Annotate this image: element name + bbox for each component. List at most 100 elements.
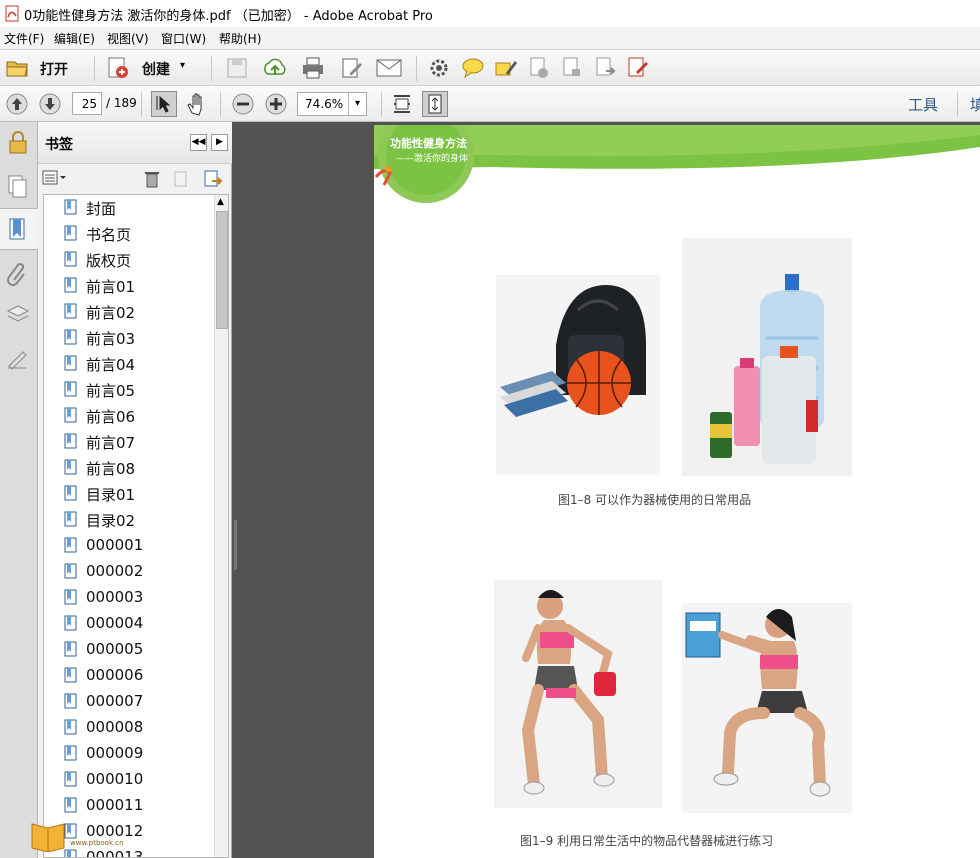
photo-woman-lunge [494,580,662,808]
pdf-page: 功能性健身方法 ——激活你的身体 图1–8 可以作为器械使用的日常用品 图1–9… [374,125,980,858]
open-label: 打开 [40,62,68,78]
navigation-toolbar: / 189 74.6% ▾ 工具 填 [0,86,980,122]
pdf-file-icon [5,5,19,22]
expand-bookmark-icon[interactable] [203,169,223,189]
export-document-icon[interactable] [594,56,616,80]
bookmark-item[interactable]: 000009 [44,741,214,767]
bookmark-item[interactable]: 目录02 [44,507,214,533]
scroll-up-icon[interactable]: ▲ [217,197,224,207]
open-button[interactable]: 打开 [4,56,84,80]
new-bookmark-icon[interactable] [172,170,190,188]
gear-icon[interactable] [428,57,450,79]
bookmark-item[interactable]: 版权页 [44,247,214,273]
delete-icon[interactable] [144,170,160,188]
chevron-down-icon: ▾ [348,93,366,115]
create-button[interactable]: 创建 ▾ [104,56,196,80]
bookmark-item[interactable]: 000004 [44,611,214,637]
next-page-icon[interactable] [39,93,61,115]
bookmark-item[interactable]: 000002 [44,559,214,585]
bookmark-item[interactable]: 000003 [44,585,214,611]
bookmark-item[interactable]: 目录01 [44,481,214,507]
bookmark-item[interactable]: 前言01 [44,273,214,299]
collapse-panel-icon[interactable]: ◀◀ [190,134,207,151]
bookmark-item[interactable]: 前言02 [44,299,214,325]
page-thumbnails-icon[interactable] [6,174,30,200]
menu-edit[interactable]: 编辑(E) [54,30,95,47]
bookmark-item[interactable]: 前言06 [44,403,214,429]
scrollbar-thumb[interactable] [216,211,228,329]
bookmark-item[interactable]: 000008 [44,715,214,741]
email-icon[interactable] [376,58,402,78]
page-number-input[interactable] [72,92,102,115]
document-viewer: 功能性健身方法 ——激活你的身体 图1–8 可以作为器械使用的日常用品 图1–9… [232,122,980,858]
highlight-icon[interactable] [494,57,518,79]
menu-view[interactable]: 视图(V) [107,30,149,47]
bookmark-page-icon [64,511,77,527]
bookmarks-header: 书签 ◀◀ ▶ [38,122,232,164]
print-icon[interactable] [301,56,325,80]
previous-page-icon[interactable] [6,93,28,115]
bookmark-item[interactable]: 000001 [44,533,214,559]
signatures-icon[interactable] [5,346,31,372]
bookmark-page-icon [64,199,77,215]
bookmark-item[interactable]: 前言03 [44,325,214,351]
fill-sign-link[interactable]: 填 [970,94,980,115]
splitter-handle[interactable] [234,520,237,570]
bookmark-label: 前言06 [86,408,136,426]
menu-window[interactable]: 窗口(W) [161,30,206,47]
zoom-select[interactable]: 74.6% ▾ [297,92,367,116]
edit-document-icon[interactable] [340,56,364,80]
sign-document-icon[interactable] [626,56,650,80]
remove-document-icon[interactable] [528,56,550,80]
fit-width-icon[interactable] [391,92,413,116]
main-toolbar: 打开 创建 ▾ [0,49,980,86]
bookmarks-tab[interactable] [0,208,38,250]
secure-document-icon[interactable] [561,56,583,80]
bookmark-label: 目录02 [86,512,136,530]
save-icon[interactable] [226,57,248,79]
menu-file[interactable]: 文件(F) [4,30,44,47]
bookmarks-toolbar [38,164,232,192]
bookmark-item[interactable]: 前言08 [44,455,214,481]
hand-tool-icon[interactable] [185,91,209,117]
bookmark-item[interactable]: 前言04 [44,351,214,377]
bookmark-item[interactable]: 书名页 [44,221,214,247]
title-bar: 0功能性健身方法 激活你的身体.pdf （已加密） - Adobe Acroba… [0,0,980,27]
bookmark-item[interactable]: 000007 [44,689,214,715]
bookmark-page-icon [64,303,77,319]
bookmark-label: 000006 [86,666,144,684]
bookmark-item[interactable]: 前言07 [44,429,214,455]
bookmark-label: 前言01 [86,278,136,296]
bookmark-item[interactable]: 000010 [44,767,214,793]
layers-icon[interactable] [5,302,31,328]
zoom-in-icon[interactable] [265,93,287,115]
expand-panel-icon[interactable]: ▶ [211,134,228,151]
bookmark-item[interactable]: 000006 [44,663,214,689]
attachments-icon[interactable] [6,260,30,286]
tools-link[interactable]: 工具 [908,94,938,115]
select-tool-icon[interactable] [151,91,177,117]
bookmark-label: 000011 [86,796,144,814]
bookmark-item[interactable]: 000005 [44,637,214,663]
bookmark-page-icon [64,459,77,475]
bookmark-page-icon [64,667,77,683]
watermark-url: www.ptbook.cn [70,839,124,847]
bookmark-scrollbar[interactable]: ▲ [214,195,228,857]
menu-help[interactable]: 帮助(H) [219,30,261,47]
options-menu-icon [42,170,66,185]
chapter-header-line2: ——激活你的身体 [396,154,469,164]
lock-icon[interactable] [6,130,30,156]
zoom-out-icon[interactable] [232,93,254,115]
upload-cloud-icon[interactable] [262,56,288,80]
bookmark-item[interactable]: 前言05 [44,377,214,403]
bookmark-item[interactable]: 封面 [44,195,214,221]
bookmark-label: 前言02 [86,304,136,322]
bookmark-page-icon [64,251,77,267]
bookmark-page-icon [64,407,77,423]
bookmark-page-icon [64,693,77,709]
comment-icon[interactable] [461,57,485,79]
bookmark-options-button[interactable] [42,170,68,186]
create-pdf-icon [108,57,128,78]
create-label: 创建 [142,62,170,78]
fit-page-icon[interactable] [422,91,448,117]
